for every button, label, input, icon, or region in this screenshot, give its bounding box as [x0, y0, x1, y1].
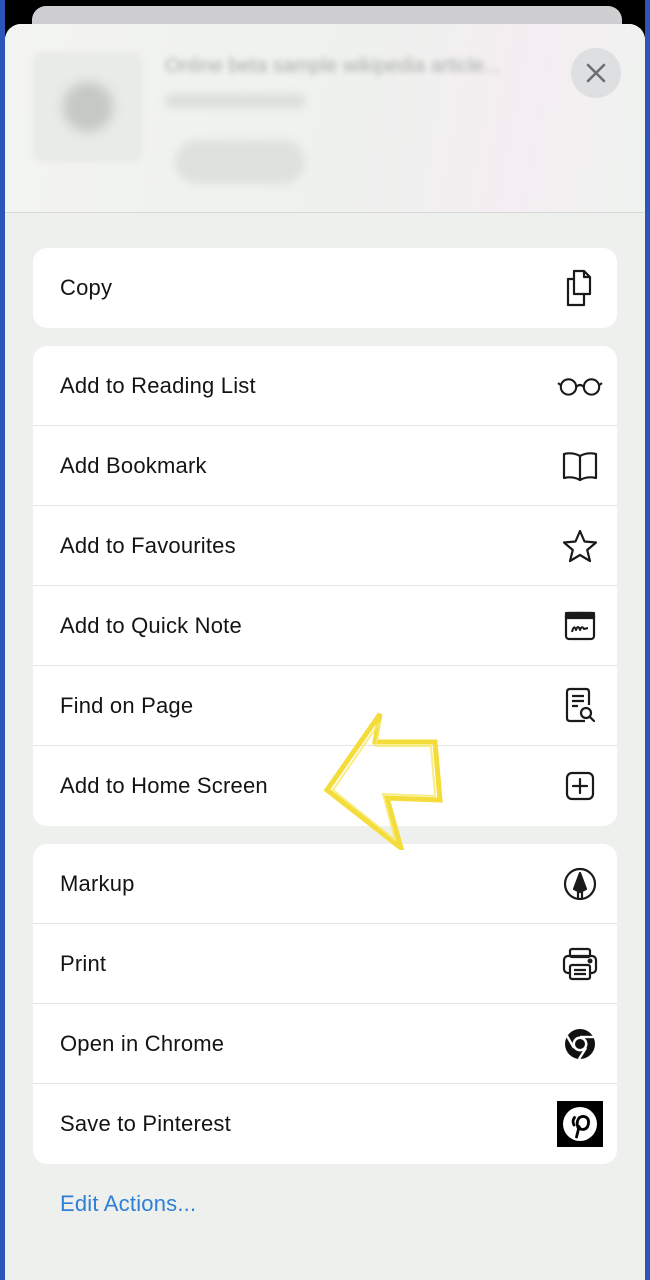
action-label: Copy: [60, 275, 113, 300]
chrome-icon: [557, 1021, 603, 1067]
book-icon: [557, 443, 603, 489]
action-label: Add to Reading List: [60, 372, 256, 398]
action-copy[interactable]: Copy: [33, 248, 617, 328]
action-label: Add to Home Screen: [60, 773, 268, 798]
action-save-to-pinterest[interactable]: Save to Pinterest: [33, 1084, 617, 1164]
find-on-page-icon: [557, 683, 603, 729]
action-label: Markup: [60, 870, 135, 896]
highlight-arrow-icon: [323, 712, 443, 850]
copy-icon: [557, 265, 603, 311]
action-add-to-reading-list[interactable]: Add to Reading List: [33, 346, 617, 426]
action-markup[interactable]: Markup: [33, 844, 617, 924]
page-preview-title: Online beta sample wikipedia article...: [165, 55, 501, 77]
edit-actions-link[interactable]: Edit Actions...: [60, 1191, 196, 1217]
action-label: Add to Favourites: [60, 532, 236, 558]
close-icon: [586, 63, 606, 83]
action-print[interactable]: Print: [33, 924, 617, 1004]
quick-note-icon: [557, 603, 603, 649]
phone-frame: Online beta sample wikipedia article... …: [5, 0, 645, 1280]
star-icon: [557, 523, 603, 569]
action-group-copy: Copy: [33, 248, 617, 328]
action-label: Add to Quick Note: [60, 612, 242, 638]
action-add-bookmark[interactable]: Add Bookmark: [33, 426, 617, 506]
action-open-in-chrome[interactable]: Open in Chrome: [33, 1004, 617, 1084]
action-label: Open in Chrome: [60, 1030, 225, 1056]
page-preview-options[interactable]: [175, 140, 305, 184]
action-label: Save to Pinterest: [60, 1111, 231, 1136]
markup-icon: [557, 861, 603, 907]
page-preview-thumbnail: [33, 52, 143, 162]
add-square-icon: [557, 763, 603, 809]
close-button[interactable]: [571, 48, 621, 98]
action-label: Print: [60, 950, 107, 976]
action-add-to-quick-note[interactable]: Add to Quick Note: [33, 586, 617, 666]
share-sheet-header: Online beta sample wikipedia article...: [5, 24, 645, 213]
action-group-apps: Markup Print Open in Chrome Save to Pint…: [33, 844, 617, 1164]
action-label: Add Bookmark: [60, 452, 207, 478]
pinterest-icon: [557, 1101, 603, 1147]
glasses-icon: [557, 363, 603, 409]
printer-icon: [557, 941, 603, 987]
action-label: Find on Page: [60, 692, 194, 718]
page-preview-subtitle: [165, 94, 305, 108]
share-sheet: Online beta sample wikipedia article... …: [5, 24, 645, 1280]
action-add-to-favourites[interactable]: Add to Favourites: [33, 506, 617, 586]
